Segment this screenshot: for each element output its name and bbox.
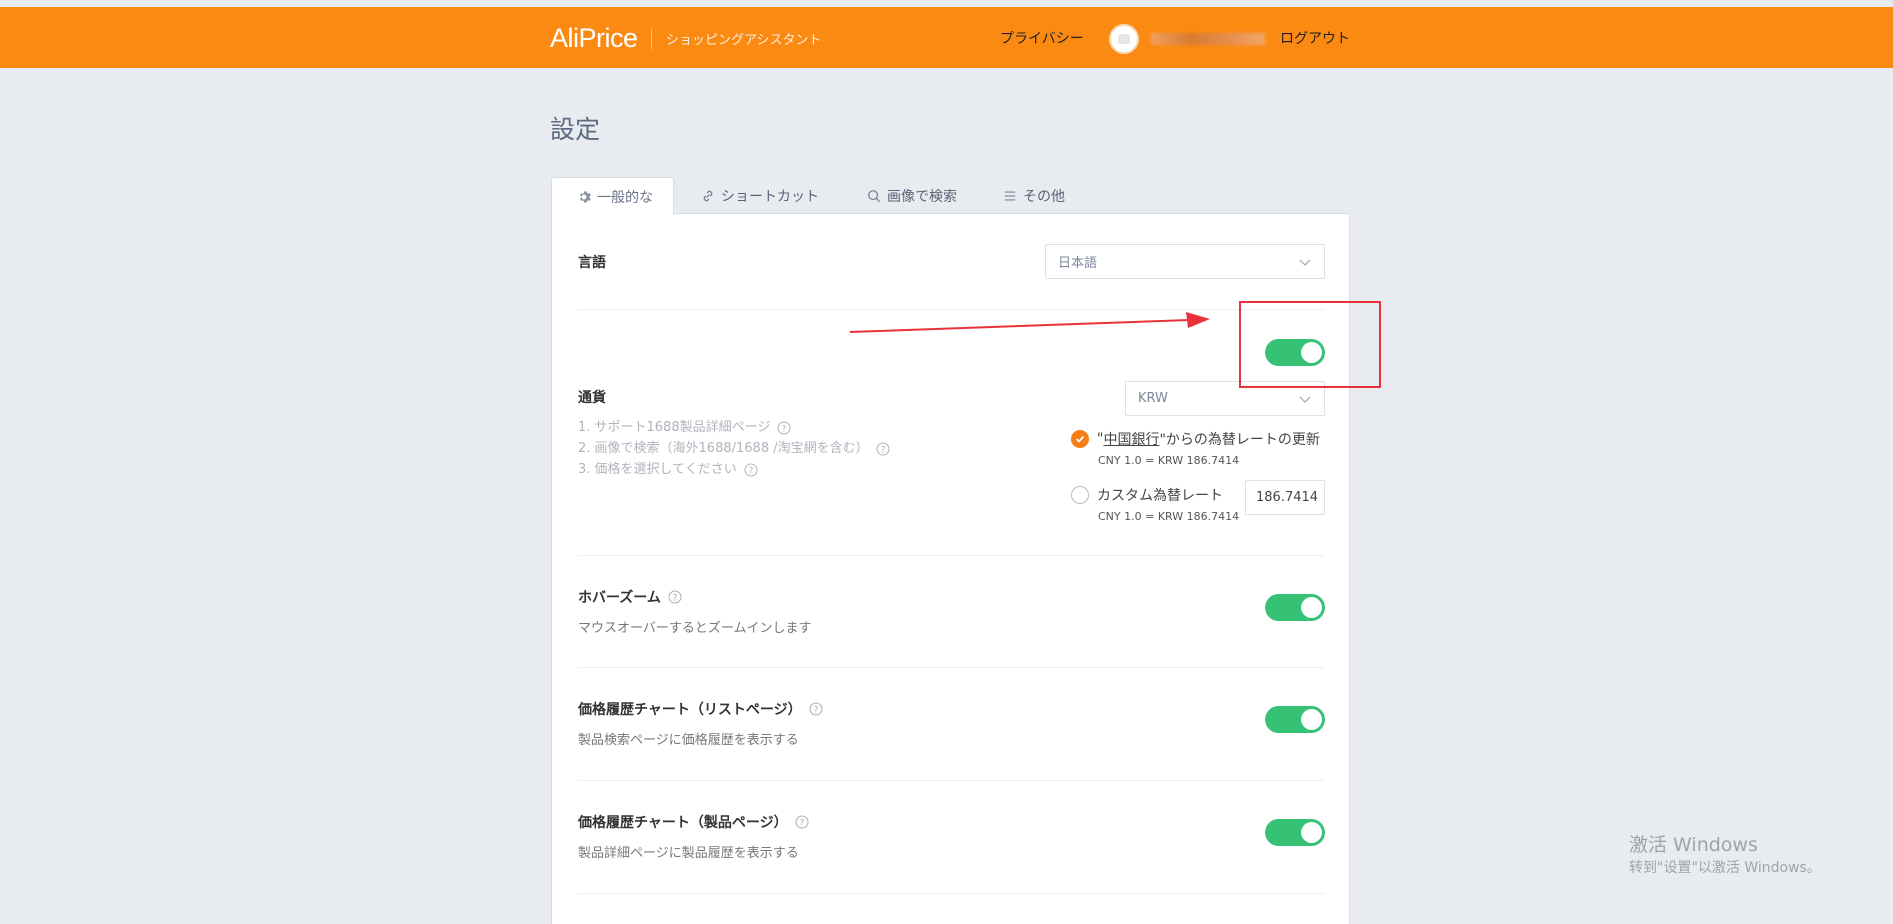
price-history-list-toggle[interactable]	[1265, 706, 1325, 733]
currency-hints: 1. サポート1688製品詳細ページ ? 2. 画像で検索（海外1688/168…	[578, 417, 890, 480]
svg-text:?: ?	[799, 818, 804, 828]
help-icon[interactable]: ?	[777, 421, 791, 435]
hover-zoom-desc: マウスオーバーするとズームインします	[578, 621, 812, 636]
svg-text:?: ?	[813, 705, 818, 715]
price-history-product-desc: 製品詳細ページに製品履歴を表示する	[578, 846, 799, 861]
radio-custom-rate[interactable]: カスタム為替レート	[1071, 485, 1223, 505]
search-icon	[868, 189, 881, 202]
price-history-list-title: 価格履歴チャート（リストページ）	[578, 702, 802, 718]
tab-shortcut-label: ショートカット	[721, 188, 819, 205]
toggle-knob	[1301, 342, 1322, 363]
currency-select[interactable]: KRW	[1125, 381, 1325, 416]
boc-bank-name: 中国銀行	[1103, 432, 1160, 448]
svg-text:?: ?	[880, 445, 885, 455]
logout-link[interactable]: ログアウト	[1280, 28, 1350, 48]
hint-text: 2. 画像で検索（海外1688/1688 /淘宝網を含む）	[578, 441, 869, 456]
help-icon[interactable]: ?	[744, 463, 758, 477]
svg-text:?: ?	[782, 424, 787, 434]
price-history-product-label: 価格履歴チャート（製品ページ） ?	[578, 812, 809, 832]
help-icon[interactable]: ?	[795, 815, 809, 829]
username-redacted	[1151, 33, 1265, 45]
hint-text: 1. サポート1688製品詳細ページ	[578, 420, 771, 435]
price-history-product-toggle[interactable]	[1265, 819, 1325, 846]
radio-boc-rate[interactable]: " 中国銀行 "からの為替レートの更新	[1071, 429, 1320, 449]
help-icon[interactable]: ?	[876, 442, 890, 456]
price-history-list-label: 価格履歴チャート（リストページ） ?	[578, 699, 823, 719]
boc-suffix: "からの為替レートの更新	[1159, 432, 1320, 448]
chevron-down-icon	[1299, 396, 1311, 403]
custom-rate-input[interactable]: 186.7414	[1245, 480, 1325, 515]
toggle-knob	[1301, 709, 1322, 730]
hint-text: 3. 価格を選択してください	[578, 462, 737, 477]
tab-general-label: 一般的な	[597, 189, 653, 206]
privacy-link[interactable]: プライバシー	[1000, 28, 1084, 48]
tab-image-search[interactable]: 画像で検索	[867, 177, 957, 214]
currency-hint-3: 3. 価格を選択してください ?	[578, 459, 890, 480]
divider	[578, 555, 1325, 556]
language-select[interactable]: 日本語	[1045, 244, 1325, 279]
currency-toggle[interactable]	[1265, 339, 1325, 366]
tab-other-label: その他	[1023, 188, 1065, 205]
radio-checked-icon	[1071, 430, 1089, 448]
help-icon[interactable]: ?	[809, 702, 823, 716]
divider	[578, 667, 1325, 668]
language-select-value: 日本語	[1058, 256, 1098, 271]
page-title: 設定	[550, 115, 601, 144]
radio-empty-icon	[1071, 486, 1089, 504]
custom-rate-value: 186.7414	[1256, 490, 1319, 505]
tab-shortcut[interactable]: ショートカット	[701, 177, 819, 214]
help-icon[interactable]: ?	[668, 590, 682, 604]
boc-rate-note: CNY 1.0 = KRW 186.7414	[1098, 454, 1240, 467]
price-history-list-desc: 製品検索ページに価格履歴を表示する	[578, 733, 799, 748]
language-label: 言語	[578, 255, 606, 271]
link-icon	[703, 190, 713, 201]
settings-panel: 言語 日本語 通貨 KRW 1. サポート1688製品詳細ページ ? 2. 画像…	[551, 213, 1350, 924]
toggle-knob	[1301, 597, 1322, 618]
avatar[interactable]	[1109, 24, 1139, 54]
chevron-down-icon	[1299, 259, 1311, 266]
hover-zoom-title: ホバーズーム	[578, 590, 661, 606]
tab-image-search-label: 画像で検索	[887, 188, 957, 205]
logo-separator	[651, 29, 652, 49]
top-bar: AliPrice ショッピングアシスタント プライバシー ログアウト	[0, 7, 1893, 68]
aliprice-logo[interactable]: AliPrice	[550, 23, 638, 54]
tab-other[interactable]: その他	[1003, 177, 1065, 214]
tagline: ショッピングアシスタント	[666, 33, 822, 48]
hover-zoom-label: ホバーズーム ?	[578, 587, 682, 607]
windows-watermark-title: 激活 Windows	[1629, 834, 1758, 856]
divider	[578, 893, 1325, 894]
custom-rate-label: カスタム為替レート	[1097, 488, 1223, 504]
menu-icon	[1004, 190, 1016, 201]
svg-text:?: ?	[673, 593, 678, 603]
currency-label: 通貨	[578, 390, 606, 406]
svg-text:?: ?	[748, 466, 753, 476]
currency-select-value: KRW	[1138, 391, 1168, 406]
custom-rate-note: CNY 1.0 = KRW 186.7414	[1098, 510, 1240, 523]
toggle-knob	[1301, 822, 1322, 843]
divider	[578, 780, 1325, 781]
divider	[578, 309, 1325, 310]
hover-zoom-toggle[interactable]	[1265, 594, 1325, 621]
windows-watermark-subtitle: 转到"设置"以激活 Windows。	[1629, 860, 1821, 876]
currency-hint-2: 2. 画像で検索（海外1688/1688 /淘宝網を含む） ?	[578, 438, 890, 459]
price-history-product-title: 価格履歴チャート（製品ページ）	[578, 815, 788, 831]
tab-general[interactable]: 一般的な	[551, 177, 674, 215]
currency-hint-1: 1. サポート1688製品詳細ページ ?	[578, 417, 890, 438]
gear-icon	[579, 190, 591, 203]
